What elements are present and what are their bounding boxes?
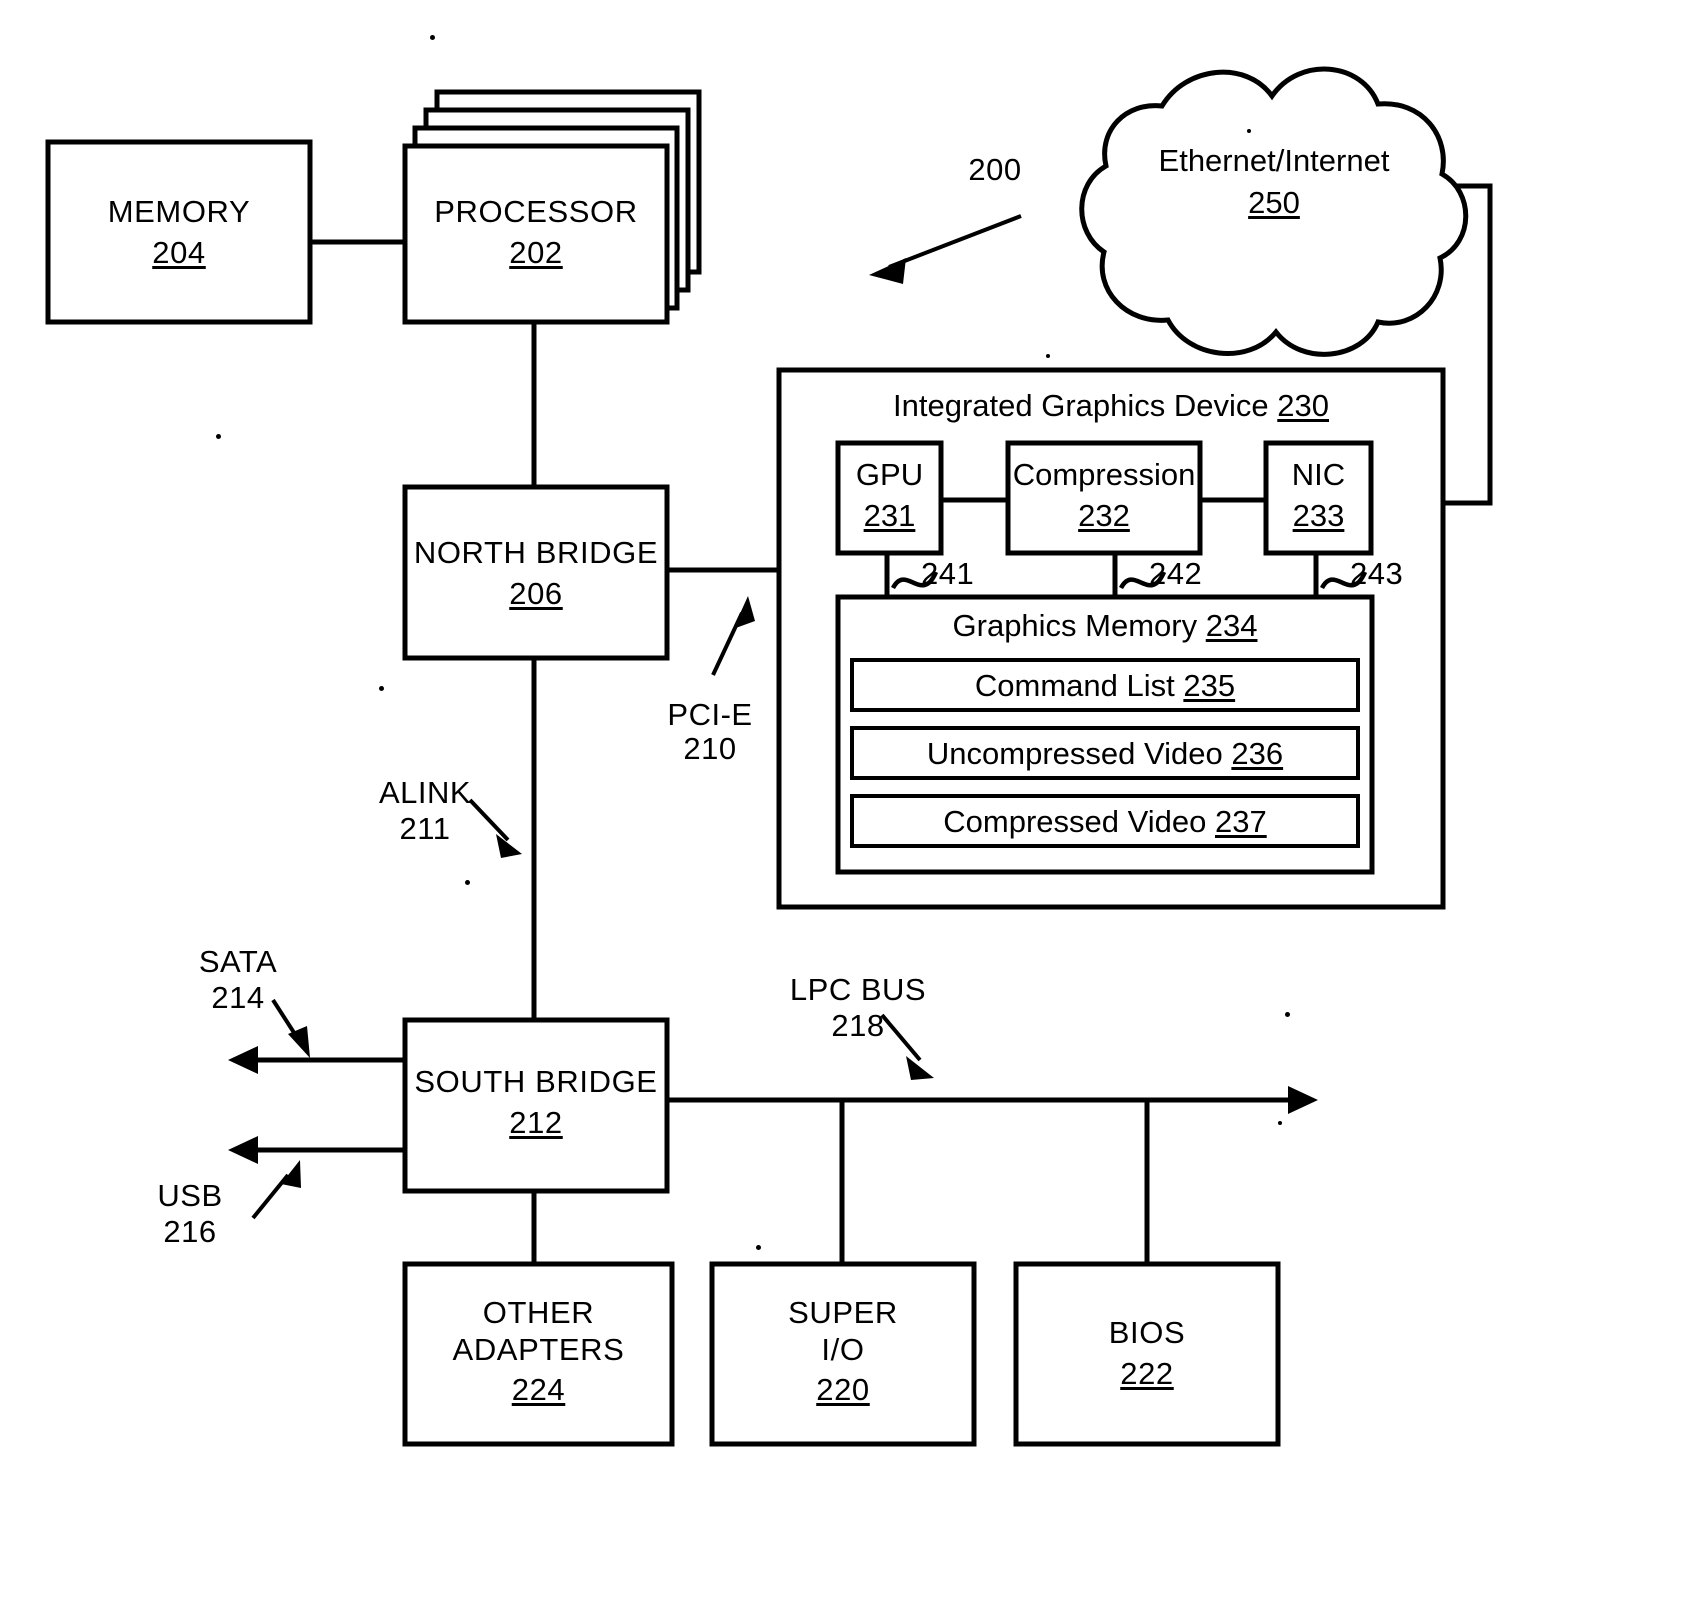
alink-bus-label: ALINK: [378, 775, 472, 810]
memory-box: [45, 139, 313, 325]
south-bridge-ref: 212: [509, 1105, 563, 1140]
scan-speck: [465, 880, 470, 885]
link-ref-243: 243: [1350, 556, 1404, 591]
super-io-label-line1: SUPER: [788, 1295, 898, 1330]
link-ref-241: 241: [921, 556, 975, 591]
pcie-ref-arrowhead: [733, 596, 755, 629]
uncompressed-video-title: Uncompressed Video 236: [852, 736, 1358, 772]
figure-reference-200: 200: [968, 152, 1022, 187]
uncompressed-video-ref: 236: [1231, 736, 1284, 771]
scan-speck: [756, 1245, 761, 1250]
sata-bus-ref: 214: [211, 980, 265, 1015]
bios-box: [1013, 1261, 1281, 1447]
command-list-title: Command List 235: [852, 668, 1358, 704]
processor-label: PROCESSOR: [434, 194, 638, 229]
compressed-video-ref: 237: [1214, 804, 1267, 839]
lpc-bus-arrowhead: [1288, 1086, 1318, 1114]
memory-ref: 204: [152, 235, 206, 270]
super-io-label-line2: I/O: [821, 1332, 865, 1367]
scan-speck: [216, 434, 221, 439]
usb-ref-arrowhead: [281, 1160, 301, 1188]
graphics-memory-title: Graphics Memory 234: [838, 608, 1372, 644]
lpc-bus-label: LPC BUS: [789, 972, 927, 1007]
other-adapters-label-line2: ADAPTERS: [452, 1332, 625, 1367]
other-adapters-ref: 224: [511, 1372, 566, 1407]
scan-speck: [1046, 354, 1050, 358]
figure-ref-arrowhead: [869, 258, 906, 284]
figure-ref-arrow-line: [888, 214, 1022, 269]
south-bridge-label: SOUTH BRIDGE: [414, 1064, 658, 1099]
scan-speck: [1247, 129, 1251, 133]
compressed-video-title: Compressed Video 237: [852, 804, 1358, 840]
scan-speck: [430, 35, 435, 40]
nic-label: NIC: [1291, 457, 1346, 492]
pcie-bus-label: PCI-E: [667, 697, 753, 732]
bios-ref: 222: [1120, 1356, 1174, 1391]
processor-box: [402, 143, 670, 325]
command-list-label: Command List: [974, 668, 1175, 703]
bios-label: BIOS: [1108, 1315, 1186, 1350]
memory-label: MEMORY: [107, 194, 251, 229]
command-list-ref: 235: [1183, 668, 1236, 703]
uncompressed-video-label: Uncompressed Video: [926, 736, 1223, 771]
scan-speck: [1285, 1012, 1290, 1017]
super-io-ref: 220: [816, 1372, 870, 1407]
compression-label: Compression: [1012, 457, 1196, 492]
nic-ref: 233: [1292, 498, 1345, 533]
scan-speck: [379, 686, 384, 691]
compressed-video-label: Compressed Video: [943, 804, 1207, 839]
usb-arrowhead: [228, 1136, 258, 1164]
graphics-memory-ref: 234: [1205, 608, 1258, 643]
link-ref-242: 242: [1149, 556, 1203, 591]
usb-bus-label: USB: [157, 1178, 223, 1213]
other-adapters-label-line1: OTHER: [482, 1295, 595, 1330]
sata-arrowhead: [228, 1046, 258, 1074]
processor-ref: 202: [509, 235, 563, 270]
cloud-label: Ethernet/Internet: [1158, 143, 1390, 178]
gpu-ref: 231: [863, 498, 916, 533]
graphics-memory-label: Graphics Memory: [952, 608, 1198, 643]
integrated-graphics-device-title: Integrated Graphics Device 230: [779, 388, 1443, 424]
cloud-ref: 250: [1248, 185, 1300, 220]
usb-bus-ref: 216: [163, 1214, 217, 1249]
north-bridge-label: NORTH BRIDGE: [413, 535, 659, 570]
integrated-graphics-device-label: Integrated Graphics Device: [893, 388, 1269, 423]
figure-canvas: MEMORY 204 PROCESSOR 202 NORTH BRIDGE 20…: [0, 0, 1692, 1601]
pcie-bus-ref: 210: [683, 731, 737, 766]
integrated-graphics-device-ref: 230: [1277, 388, 1329, 423]
alink-bus-ref: 211: [399, 811, 451, 846]
gpu-label: GPU: [855, 457, 924, 492]
compression-ref: 232: [1078, 498, 1130, 533]
sata-bus-label: SATA: [198, 944, 278, 979]
lpc-bus-ref: 218: [831, 1008, 885, 1043]
north-bridge-ref: 206: [509, 576, 563, 611]
north-bridge-box: [402, 484, 670, 661]
scan-speck: [1278, 1121, 1282, 1125]
